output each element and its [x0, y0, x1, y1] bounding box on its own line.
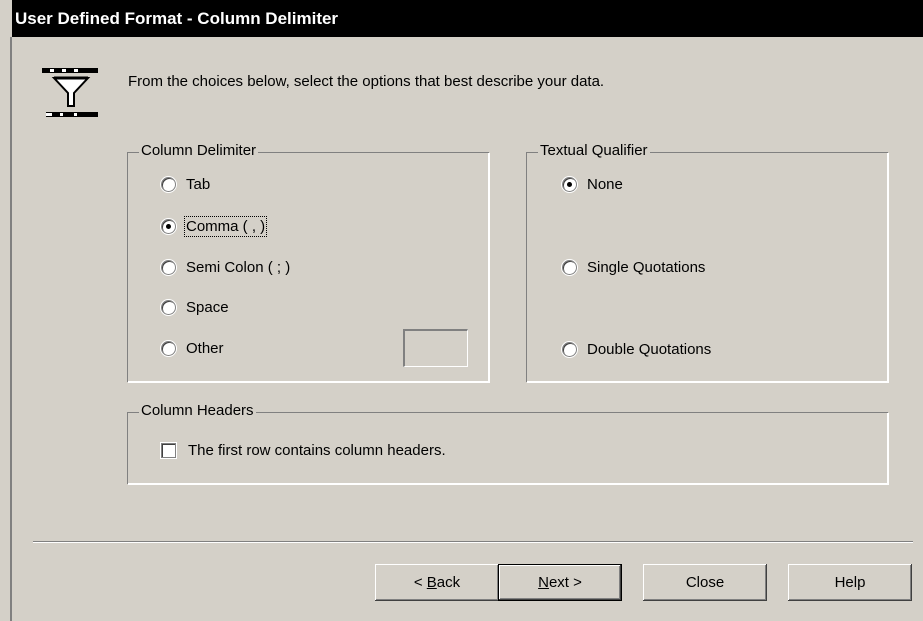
instruction-text: From the choices below, select the optio… — [128, 73, 605, 90]
textual-qualifier-group-label: Textual Qualifier — [538, 142, 650, 160]
window-title: User Defined Format - Column Delimiter — [15, 8, 339, 28]
radio-tab-label: Tab — [186, 176, 211, 193]
first-row-headers-checkbox[interactable]: The first row contains column headers. — [161, 442, 446, 459]
radio-single-quotations-label: Single Quotations — [587, 259, 706, 276]
radio-none-label: None — [587, 176, 623, 193]
radio-other[interactable]: Other — [161, 340, 224, 357]
radio-button-selected[interactable] — [562, 177, 577, 192]
radio-button[interactable] — [161, 300, 176, 315]
column-delimiter-group-label: Column Delimiter — [139, 142, 259, 160]
help-button[interactable]: Help — [788, 564, 912, 601]
close-button-label: Close — [685, 574, 725, 591]
radio-none[interactable]: None — [562, 176, 623, 193]
next-button[interactable]: Next > — [498, 564, 622, 601]
radio-single-quotations[interactable]: Single Quotations — [562, 259, 705, 276]
help-button-label: Help — [834, 574, 866, 591]
first-row-headers-label: The first row contains column headers. — [188, 442, 446, 459]
radio-space[interactable]: Space — [161, 299, 229, 316]
radio-button[interactable] — [562, 342, 577, 357]
next-button-label: ext > — [548, 574, 582, 591]
separator-highlight — [33, 542, 913, 543]
radio-button[interactable] — [161, 341, 176, 356]
close-button[interactable]: Close — [643, 564, 767, 601]
other-delimiter-input[interactable] — [403, 329, 468, 367]
radio-double-quotations[interactable]: Double Quotations — [562, 341, 711, 358]
radio-semicolon-label: Semi Colon ( ; ) — [186, 259, 291, 276]
radio-space-label: Space — [186, 299, 229, 316]
radio-comma-label: Comma ( , ) — [183, 216, 268, 237]
radio-button[interactable] — [161, 177, 176, 192]
radio-button[interactable] — [161, 260, 176, 275]
column-headers-group-label: Column Headers — [139, 402, 256, 420]
radio-semicolon[interactable]: Semi Colon ( ; ) — [161, 259, 290, 276]
next-button-mnemonic: N — [538, 574, 549, 591]
back-button-prefix: < — [413, 574, 427, 591]
filter-funnel-icon — [42, 68, 98, 117]
back-button-mnemonic: B — [426, 574, 437, 591]
checkbox[interactable] — [161, 443, 176, 458]
back-button[interactable]: < Back — [375, 564, 499, 601]
radio-other-label: Other — [186, 340, 224, 357]
radio-comma[interactable]: Comma ( , ) — [161, 216, 268, 237]
radio-double-quotations-label: Double Quotations — [587, 341, 712, 358]
radio-button[interactable] — [562, 260, 577, 275]
back-button-label: ack — [436, 574, 461, 591]
window-frame-left — [10, 37, 12, 621]
radio-button-selected[interactable] — [161, 219, 176, 234]
window-title-bar: User Defined Format - Column Delimiter — [12, 0, 923, 37]
radio-tab[interactable]: Tab — [161, 176, 210, 193]
